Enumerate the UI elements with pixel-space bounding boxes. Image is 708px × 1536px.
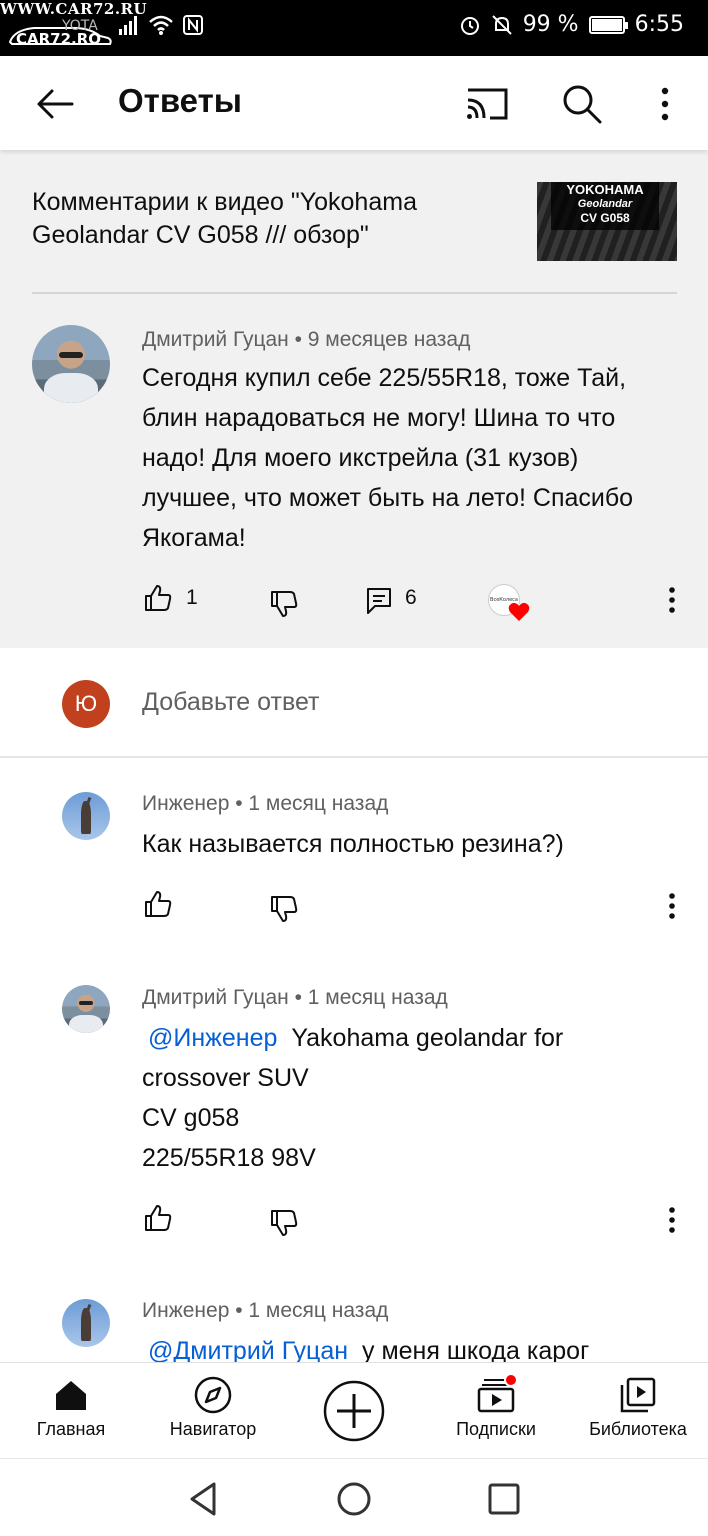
mention-link[interactable]: @Инженер [148,1024,277,1052]
page-title: Ответы [118,82,242,119]
comment-meta: Инженер • 1 месяц назад [142,1299,388,1323]
clock: 6:55 [634,12,684,37]
video-thumbnail[interactable]: YOKOHAMA Geolandar CV G058 [537,182,677,261]
bottom-navigation: Главная Навигатор Подписки Библиотека [0,1362,708,1458]
comment-text: Как называется полностью резина?) [142,830,564,858]
more-vertical-icon[interactable] [662,584,682,616]
heart-icon [508,602,530,621]
add-reply-row[interactable]: Ю Добавьте ответ [0,648,708,758]
meta-separator: • [294,986,308,1009]
avatar[interactable] [62,1299,110,1347]
avatar: Ю [62,680,110,728]
arrow-left-icon[interactable] [32,80,80,128]
more-vertical-icon[interactable] [662,890,682,922]
comment-meta: Инженер • 1 месяц назад [142,792,388,816]
more-vertical-icon[interactable] [650,80,680,128]
notification-dot [504,1373,518,1387]
reply-input[interactable]: Добавьте ответ [142,688,319,717]
nav-label: Библиотека [589,1419,687,1439]
thumb-brand: YOKOHAMA [566,182,644,197]
thumb-up-icon[interactable] [142,888,174,920]
thumb-down-icon[interactable] [268,1207,300,1239]
app-bar: Ответы [0,56,708,150]
more-vertical-icon[interactable] [662,1204,682,1236]
creator-heart: ВсеКолеса [488,584,532,624]
mute-icon [491,14,512,35]
system-navigation-bar [0,1458,708,1536]
nav-label: Подписки [456,1419,536,1439]
thumb-down-icon[interactable] [268,588,300,620]
status-bar: WWW.CAR72.RU CAR72.RO YOTA 99 % 6:55 [0,0,708,56]
thumb-up-icon[interactable] [142,582,174,614]
library-icon [620,1377,656,1413]
video-reference-text[interactable]: Комментарии к видео "Yokohama Geolandar … [32,186,492,252]
meta-separator: • [235,792,249,815]
battery-icon [588,15,628,34]
nav-subscriptions[interactable]: Подписки [444,1373,548,1440]
status-icons-left [118,14,204,36]
comment-time: 1 месяц назад [248,1299,389,1322]
cast-icon[interactable] [462,82,510,126]
meta-separator: • [235,1299,249,1322]
carrier-label: YOTA [62,18,98,34]
wifi-icon [149,15,173,35]
comment-meta: Дмитрий Гуцан • 1 месяц назад [142,986,448,1010]
reply-icon[interactable] [363,584,395,616]
nav-explore[interactable]: Навигатор [158,1375,268,1440]
comment-author[interactable]: Инженер [142,792,229,815]
like-count: 1 [186,586,198,609]
home-icon [56,1381,86,1410]
comment-author[interactable]: Инженер [142,1299,229,1322]
comment-text: @Инженер Yakohama geolandar for crossove… [142,1024,564,1172]
compass-icon [194,1376,232,1414]
add-circle-icon[interactable] [322,1379,386,1443]
avatar[interactable] [32,325,110,403]
triangle-back-icon[interactable] [184,1479,224,1519]
alarm-icon [460,16,479,35]
comment-author[interactable]: Дмитрий Гуцан [142,328,289,351]
reply-count: 6 [405,586,417,609]
circle-home-icon[interactable] [334,1479,374,1519]
thumb-down-icon[interactable] [268,893,300,925]
nav-label: Главная [36,1419,106,1439]
signal-icon [119,16,137,35]
nav-home[interactable]: Главная [18,1375,124,1440]
comment-author[interactable]: Дмитрий Гуцан [142,986,289,1009]
thumb-model: Geolandar [577,198,633,210]
meta-separator: • [294,328,308,351]
comment-time: 1 месяц назад [307,986,448,1009]
comment-time: 1 месяц назад [248,792,389,815]
search-icon[interactable] [558,80,606,128]
nfc-icon [183,15,203,35]
thumbnail-caption: YOKOHAMA Geolandar CV G058 [551,182,659,230]
square-recents-icon[interactable] [484,1479,524,1519]
avatar[interactable] [62,985,110,1033]
comment-time: 9 месяцев назад [307,328,471,351]
avatar[interactable] [62,792,110,840]
nav-label: Навигатор [169,1419,257,1439]
comment-meta: Дмитрий Гуцан • 9 месяцев назад [142,328,470,352]
nav-library[interactable]: Библиотека [580,1375,696,1440]
thumb-code: CV G058 [580,211,630,225]
divider [32,292,677,294]
mention-link[interactable]: @Дмитрий Гуцан [148,1337,348,1365]
status-icons-right: 99 % 6:55 [459,12,684,37]
battery-percent: 99 % [522,12,579,37]
parent-comment-section: Комментарии к видео "Yokohama Geolandar … [0,150,708,648]
comment-text: Сегодня купил себе 225/55R18, тоже Тай, … [142,364,634,552]
thumb-up-icon[interactable] [142,1202,174,1234]
